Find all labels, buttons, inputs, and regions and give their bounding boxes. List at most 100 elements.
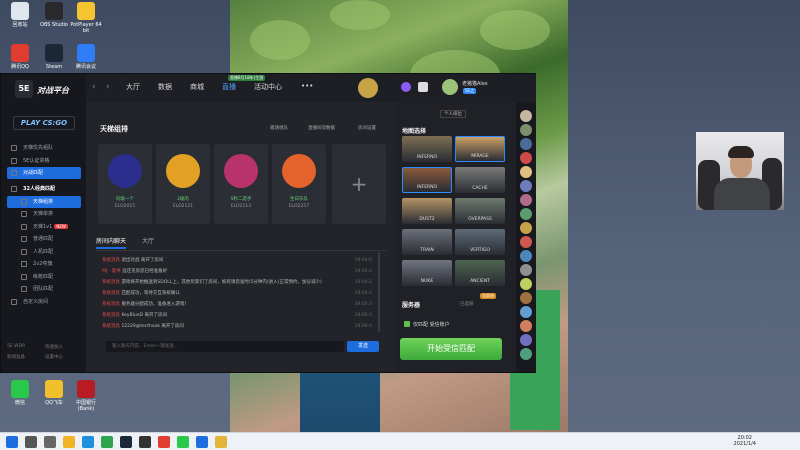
friend-avatar[interactable] xyxy=(520,334,532,346)
player-elo: ELO2113 xyxy=(230,204,252,209)
chat-scrollbar[interactable] xyxy=(378,252,380,332)
nav-tab[interactable]: 活动中心 xyxy=(254,82,282,92)
friend-avatar[interactable] xyxy=(520,180,532,192)
desktop-icon[interactable]: 中国银行 (Bank) xyxy=(68,380,104,412)
player-card[interactable]: 生日乐队 ELO2257 xyxy=(272,144,326,224)
sidebar-item[interactable]: 天梯1v1 NEW xyxy=(7,221,81,233)
task-view-icon[interactable] xyxy=(44,436,56,448)
desktop-icon[interactable]: OBS Studio xyxy=(36,2,72,28)
desktop-icon[interactable]: 微信 xyxy=(2,380,38,406)
personal-rank-toggle[interactable]: 个人排位 xyxy=(440,110,466,118)
steam-icon[interactable] xyxy=(120,436,132,448)
sidebar-item[interactable]: 天梯组排 xyxy=(7,195,81,208)
more-menu-button[interactable]: ••• xyxy=(301,82,313,90)
back-arrow-icon[interactable]: ‹ xyxy=(92,82,96,92)
friend-avatar[interactable] xyxy=(520,166,532,178)
clock[interactable]: 20:02 2021/1/4 xyxy=(734,435,756,447)
edge-icon[interactable] xyxy=(82,436,94,448)
friend-avatar[interactable] xyxy=(520,208,532,220)
map-tile[interactable]: MIRAGE xyxy=(455,136,505,162)
explorer-icon[interactable] xyxy=(63,436,75,448)
friend-avatar[interactable] xyxy=(520,236,532,248)
player-card[interactable]: S秒二选手 ELO2113 xyxy=(214,144,268,224)
tool-link[interactable]: 邀请组队 xyxy=(270,125,288,131)
send-button[interactable]: 发送 xyxy=(347,341,379,352)
friend-avatar[interactable] xyxy=(520,222,532,234)
friend-avatar[interactable] xyxy=(520,264,532,276)
username[interactable]: 老猪猫Alex xyxy=(462,80,488,87)
chrome-icon[interactable] xyxy=(101,436,113,448)
desktop-icon[interactable]: PotPlayer 64 bit xyxy=(68,2,104,34)
sidebar-item[interactable]: 天梯优先组队 xyxy=(7,142,81,154)
avatar[interactable] xyxy=(442,79,458,95)
checkbox-trusted[interactable] xyxy=(404,321,410,327)
friend-avatar[interactable] xyxy=(520,194,532,206)
map-tile[interactable]: NUKE xyxy=(402,260,452,286)
chat-time: 19:06:3 xyxy=(354,313,372,318)
map-tile[interactable]: DUST2 xyxy=(402,198,452,224)
friend-avatar[interactable] xyxy=(520,348,532,360)
player-card[interactable]: 同级一个 ELO2015 xyxy=(98,144,152,224)
sidebar-item[interactable]: 5E认证资格 xyxy=(7,155,81,167)
sidebar-item[interactable]: 练枪匹配 xyxy=(7,271,81,283)
map-tile[interactable]: INFERNO xyxy=(402,136,452,162)
friend-avatar[interactable] xyxy=(520,152,532,164)
map-tile[interactable]: ANCIENT xyxy=(455,260,505,286)
nav-tab[interactable]: 数据 xyxy=(158,82,172,92)
sidebar-item[interactable]: 2v2夺旗 xyxy=(7,258,81,270)
sidebar-item[interactable]: 团队匹配 xyxy=(7,283,81,295)
friend-avatar[interactable] xyxy=(520,124,532,136)
player-card[interactable]: 2级的 ELO2121 xyxy=(156,144,210,224)
tool-link[interactable]: 房间设置 xyxy=(358,125,376,131)
folder-icon[interactable] xyxy=(215,436,227,448)
notification-icon[interactable] xyxy=(401,82,411,92)
friend-avatar[interactable] xyxy=(520,278,532,290)
chat-time: 19:05:3 xyxy=(354,302,372,307)
5e-icon[interactable] xyxy=(196,436,208,448)
desktop-icon[interactable]: 回收站 xyxy=(2,2,38,28)
desktop-icon[interactable]: 腾讯QQ xyxy=(2,44,38,70)
gift-icon[interactable] xyxy=(418,82,428,92)
wechat-icon[interactable] xyxy=(177,436,189,448)
sidebar-item[interactable]: 32人经典匹配 xyxy=(7,183,81,195)
desktop-icon[interactable]: QQ飞车 xyxy=(36,380,72,406)
tab-lobby[interactable]: 大厅 xyxy=(142,238,154,245)
map-tile[interactable]: VERTIGO xyxy=(455,229,505,255)
friend-avatar[interactable] xyxy=(520,250,532,262)
friend-avatar[interactable] xyxy=(520,320,532,332)
nav-tab[interactable]: 商城 xyxy=(190,82,204,92)
sidebar-footer-link[interactable]: 快速加入 xyxy=(45,344,63,350)
sidebar-item[interactable]: 天梯单排 xyxy=(7,208,81,220)
sidebar-item[interactable]: 普通匹配 xyxy=(7,233,81,245)
friend-avatar[interactable] xyxy=(520,138,532,150)
friend-avatar[interactable] xyxy=(520,110,532,122)
forward-arrow-icon[interactable]: › xyxy=(106,82,110,92)
map-tile[interactable]: OVERPASS xyxy=(455,198,505,224)
obs-icon[interactable] xyxy=(139,436,151,448)
nav-tab[interactable]: 大厅 xyxy=(126,82,140,92)
desktop-icon[interactable]: Steam xyxy=(36,44,72,70)
sidebar-footer-link[interactable]: 新闻准备 xyxy=(7,354,25,360)
search-icon[interactable] xyxy=(25,436,37,448)
chat-input[interactable]: 输入聊天内容，Enter一键发送... xyxy=(106,341,344,352)
desktop-icon[interactable]: 腾讯会议 xyxy=(68,44,104,70)
tool-link[interactable]: 直播间双数据 xyxy=(308,125,335,131)
map-tile[interactable]: INFERNO xyxy=(402,167,452,193)
sidebar-footer-link[interactable]: 设置中心 xyxy=(45,354,63,360)
add-player-button[interactable]: + xyxy=(332,144,386,224)
play-csgo-button[interactable]: PLAY CS:GO xyxy=(13,116,75,130)
season-emblem-icon[interactable] xyxy=(358,78,378,98)
sidebar-item[interactable]: 人机匹配 xyxy=(7,246,81,258)
sidebar-footer-link[interactable]: 5E WDR xyxy=(7,344,25,349)
friend-avatar[interactable] xyxy=(520,292,532,304)
start-match-button[interactable]: 开始受信匹配 xyxy=(400,338,502,360)
qq-icon[interactable] xyxy=(158,436,170,448)
map-tile[interactable]: TRAIN xyxy=(402,229,452,255)
tab-room-chat[interactable]: 房间内聊天 xyxy=(96,238,127,249)
friend-avatar[interactable] xyxy=(520,306,532,318)
map-tile[interactable]: CACHE xyxy=(455,167,505,193)
nav-tab[interactable]: 直播 xyxy=(222,82,236,92)
start-icon[interactable] xyxy=(6,436,18,448)
sidebar-item[interactable]: 自定义房间 xyxy=(7,296,81,308)
sidebar-item[interactable]: 对战匹配 xyxy=(7,167,81,179)
